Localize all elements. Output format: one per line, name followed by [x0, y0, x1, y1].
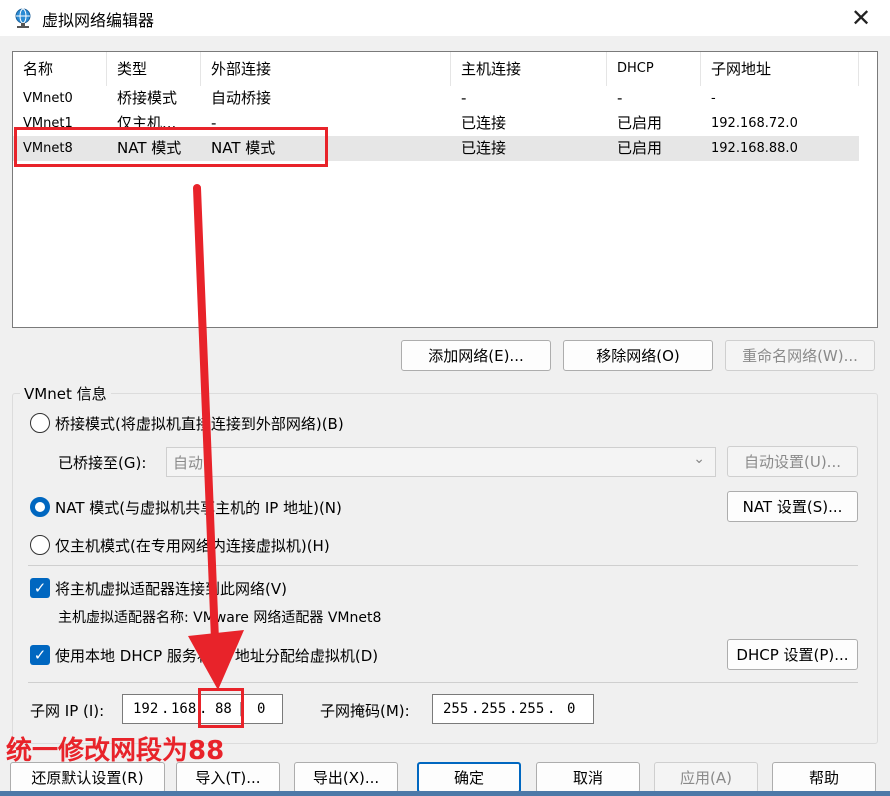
adapter-name-label: 主机虚拟适配器名称: VMware 网络适配器 VMnet8	[58, 610, 382, 626]
vmnet-info-title: VMnet 信息	[20, 383, 111, 404]
auto-settings-button[interactable]: 自动设置(U)...	[727, 446, 858, 477]
chevron-down-icon: ⌄	[693, 451, 705, 467]
list-row[interactable]: VMnet0 桥接模式 自动桥接 - - -	[13, 86, 859, 111]
row-subnet: 192.168.72.0	[711, 116, 798, 131]
network-globe-icon	[15, 8, 31, 28]
row-subnet: 192.168.88.0	[711, 141, 798, 156]
export-button[interactable]: 导出(X)...	[294, 762, 398, 793]
close-icon: ✕	[850, 4, 872, 32]
add-network-button[interactable]: 添加网络(E)...	[401, 340, 551, 371]
nat-settings-button[interactable]: NAT 设置(S)...	[727, 491, 858, 522]
divider	[28, 682, 858, 683]
dhcp-checkbox[interactable]: ✓	[30, 645, 50, 665]
rename-network-button[interactable]: 重命名网络(W)...	[725, 340, 875, 371]
host-only-radio[interactable]	[30, 535, 50, 555]
subnet-ip-label: 子网 IP (I):	[30, 702, 105, 720]
window-title: 虚拟网络编辑器	[42, 11, 155, 30]
taskbar-edge	[0, 791, 890, 796]
title-bar: 虚拟网络编辑器 ✕	[0, 0, 890, 36]
connect-adapter-checkbox[interactable]: ✓	[30, 578, 50, 598]
host-only-label: 仅主机模式(在专用网络内连接虚拟机)(H)	[55, 537, 330, 555]
row-dhcp: 已启用	[617, 114, 663, 132]
help-button[interactable]: 帮助	[772, 762, 876, 793]
divider	[28, 565, 858, 566]
import-button[interactable]: 导入(T)...	[176, 762, 280, 793]
bridge-mode-label: 桥接模式(将虚拟机直接连接到外部网络)(B)	[55, 415, 344, 433]
subnet-mask-input[interactable]: 255 . 255 . 255 . 0	[432, 694, 594, 724]
mask-octet: 255	[481, 701, 507, 717]
column-header-type[interactable]: 类型	[107, 52, 201, 86]
row-external: 自动桥接	[211, 89, 272, 107]
row-name: VMnet0	[23, 91, 73, 106]
row-dhcp: 已启用	[617, 139, 663, 157]
dhcp-settings-button[interactable]: DHCP 设置(P)...	[727, 639, 858, 670]
ok-button[interactable]: 确定	[417, 762, 521, 793]
column-header-name[interactable]: 名称	[13, 52, 107, 86]
dhcp-label: 使用本地 DHCP 服务将 IP 地址分配给虚拟机(D)	[55, 647, 379, 665]
column-header-external[interactable]: 外部连接	[201, 52, 451, 86]
annotation-highlight-octet	[198, 688, 244, 728]
close-button[interactable]: ✕	[832, 0, 890, 36]
apply-button[interactable]: 应用(A)	[654, 762, 758, 793]
remove-network-button[interactable]: 移除网络(O)	[563, 340, 713, 371]
bridged-to-label: 已桥接至(G):	[58, 454, 147, 472]
column-header-dhcp[interactable]: DHCP	[607, 52, 701, 86]
bridged-to-value: 自动	[173, 454, 204, 472]
nat-mode-label: NAT 模式(与虚拟机共享主机的 IP 地址)(N)	[55, 499, 342, 517]
ip-octet: 192	[133, 701, 159, 717]
column-header-host[interactable]: 主机连接	[451, 52, 607, 86]
annotation-highlight-row	[14, 127, 328, 167]
nat-mode-radio[interactable]	[30, 497, 50, 517]
connect-adapter-label: 将主机虚拟适配器连接到此网络(V)	[55, 580, 287, 598]
mask-octet: 255	[443, 701, 469, 717]
row-type: 桥接模式	[117, 89, 178, 107]
mask-octet: 0	[567, 701, 576, 717]
row-host: 已连接	[461, 114, 507, 132]
network-list[interactable]: 名称 类型 外部连接 主机连接 DHCP 子网地址 VMnet0 桥接模式 自动…	[12, 51, 878, 328]
list-header: 名称 类型 外部连接 主机连接 DHCP 子网地址	[13, 52, 859, 86]
restore-defaults-button[interactable]: 还原默认设置(R)	[10, 762, 165, 793]
ip-octet: 168	[171, 701, 197, 717]
row-dhcp: -	[617, 89, 623, 107]
row-host: -	[461, 89, 467, 107]
ip-octet: 0	[257, 701, 266, 717]
subnet-mask-label: 子网掩码(M):	[320, 702, 410, 720]
mask-octet: 255	[519, 701, 545, 717]
row-subnet: -	[711, 91, 716, 106]
bridged-to-select[interactable]: 自动 ⌄	[166, 447, 716, 477]
column-header-subnet[interactable]: 子网地址	[701, 52, 859, 86]
cancel-button[interactable]: 取消	[536, 762, 640, 793]
row-host: 已连接	[461, 139, 507, 157]
bridge-mode-radio[interactable]	[30, 413, 50, 433]
